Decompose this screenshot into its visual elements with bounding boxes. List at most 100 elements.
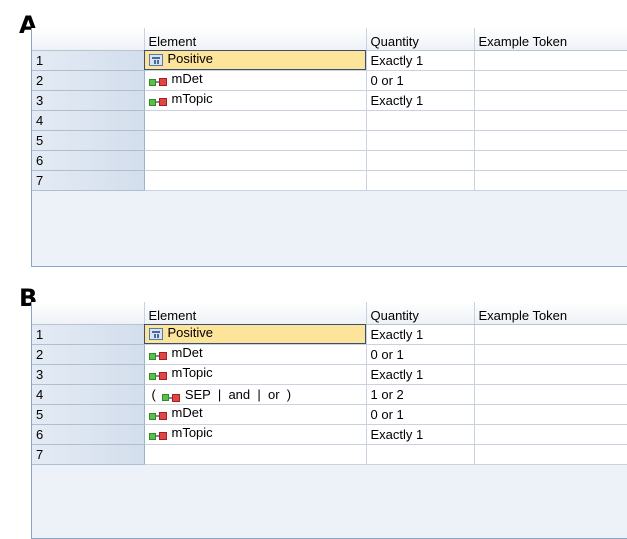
- column-header-quantity[interactable]: Quantity: [366, 28, 475, 51]
- table-row[interactable]: 1 Positive Exactly 1: [32, 50, 627, 71]
- quantity-cell[interactable]: [366, 444, 475, 465]
- table-row[interactable]: 2 mDet 0 or 1: [32, 70, 627, 91]
- element-content: mTopic: [148, 425, 213, 441]
- quantity-cell[interactable]: 0 or 1: [366, 344, 475, 365]
- table-row[interactable]: 2 mDet 0 or 1: [32, 344, 627, 365]
- header-corner: [32, 28, 145, 51]
- element-cell[interactable]: ( SEP | and | or ): [144, 384, 367, 405]
- quantity-cell[interactable]: Exactly 1: [366, 364, 475, 385]
- table-row[interactable]: 5: [32, 130, 627, 151]
- column-header-quantity[interactable]: Quantity: [366, 302, 475, 325]
- column-header-example-token[interactable]: Example Token: [474, 302, 627, 325]
- table-row[interactable]: 4: [32, 110, 627, 131]
- element-cell[interactable]: [144, 444, 367, 465]
- grid-table: Element Quantity Example Token 1 Positive…: [32, 302, 627, 465]
- row-number[interactable]: 7: [32, 444, 145, 465]
- macro-icon: [148, 78, 167, 87]
- column-header-element[interactable]: Element: [144, 302, 367, 325]
- element-cell[interactable]: mTopic: [144, 90, 367, 111]
- row-number[interactable]: 3: [32, 90, 145, 111]
- element-name: mDet: [171, 345, 203, 361]
- row-number[interactable]: 4: [32, 110, 145, 131]
- quantity-cell[interactable]: Exactly 1: [366, 90, 475, 111]
- table-row[interactable]: 6: [32, 150, 627, 171]
- example-token-cell[interactable]: [474, 444, 627, 465]
- example-token-cell[interactable]: [474, 110, 627, 131]
- table-row[interactable]: 3 mTopic Exactly 1: [32, 364, 627, 385]
- row-number[interactable]: 2: [32, 344, 145, 365]
- element-name: Positive: [167, 51, 214, 66]
- element-name: mTopic: [171, 425, 213, 441]
- quantity-cell[interactable]: 0 or 1: [366, 70, 475, 91]
- row-number[interactable]: 4: [32, 384, 145, 405]
- example-token-cell[interactable]: [474, 130, 627, 151]
- example-token-cell[interactable]: [474, 50, 627, 71]
- example-token-cell[interactable]: [474, 70, 627, 91]
- table-row[interactable]: 7: [32, 170, 627, 191]
- quantity-cell[interactable]: Exactly 1: [366, 50, 475, 71]
- element-content: Positive: [148, 51, 214, 66]
- table-row[interactable]: 6 mTopic Exactly 1: [32, 424, 627, 445]
- example-token-cell[interactable]: [474, 424, 627, 445]
- table-row[interactable]: 3 mTopic Exactly 1: [32, 90, 627, 111]
- table-row[interactable]: 5 mDet 0 or 1: [32, 404, 627, 425]
- example-token-cell[interactable]: [474, 90, 627, 111]
- example-token-cell[interactable]: [474, 384, 627, 405]
- macro-icon: [161, 393, 180, 402]
- element-content: mTopic: [148, 91, 213, 107]
- macro-icon: [148, 432, 167, 441]
- example-token-cell[interactable]: [474, 344, 627, 365]
- quantity-cell[interactable]: Exactly 1: [366, 424, 475, 445]
- table-row[interactable]: 1 Positive Exactly 1: [32, 324, 627, 345]
- row-number[interactable]: 6: [32, 424, 145, 445]
- example-token-cell[interactable]: [474, 170, 627, 191]
- quantity-cell[interactable]: [366, 150, 475, 171]
- quantity-cell[interactable]: 1 or 2: [366, 384, 475, 405]
- row-number[interactable]: 1: [32, 50, 145, 71]
- example-token-cell[interactable]: [474, 150, 627, 171]
- table-row[interactable]: 4 ( SEP | and | or ) 1 or 2: [32, 384, 627, 405]
- row-number[interactable]: 5: [32, 130, 145, 151]
- element-cell[interactable]: mDet: [144, 404, 367, 425]
- element-cell[interactable]: [144, 110, 367, 131]
- column-header-element[interactable]: Element: [144, 28, 367, 51]
- element-cell[interactable]: mTopic: [144, 424, 367, 445]
- quantity-cell[interactable]: [366, 170, 475, 191]
- element-cell[interactable]: [144, 150, 367, 171]
- macro-icon: [148, 352, 167, 361]
- element-cell[interactable]: mDet: [144, 70, 367, 91]
- element-cell[interactable]: Positive: [144, 324, 367, 345]
- header-row: Element Quantity Example Token: [32, 302, 627, 325]
- element-name: mTopic: [171, 91, 213, 107]
- row-number[interactable]: 3: [32, 364, 145, 385]
- element-name: SEP | and | or ): [184, 386, 292, 402]
- element-content: Positive: [148, 325, 213, 340]
- column-header-example-token[interactable]: Example Token: [474, 28, 627, 51]
- element-cell[interactable]: mDet: [144, 344, 367, 365]
- row-number[interactable]: 5: [32, 404, 145, 425]
- example-token-cell[interactable]: [474, 324, 627, 345]
- table-row[interactable]: 7: [32, 444, 627, 465]
- element-name: mTopic: [171, 365, 213, 381]
- group-open-paren: (: [151, 386, 156, 402]
- element-cell[interactable]: [144, 170, 367, 191]
- element-name: mDet: [171, 71, 203, 87]
- quantity-cell[interactable]: 0 or 1: [366, 404, 475, 425]
- quantity-cell[interactable]: [366, 110, 475, 131]
- row-number[interactable]: 2: [32, 70, 145, 91]
- example-token-cell[interactable]: [474, 364, 627, 385]
- quantity-cell[interactable]: [366, 130, 475, 151]
- macro-icon: [148, 372, 167, 381]
- row-number[interactable]: 7: [32, 170, 145, 191]
- row-number[interactable]: 1: [32, 324, 145, 345]
- element-cell[interactable]: mTopic: [144, 364, 367, 385]
- row-number[interactable]: 6: [32, 150, 145, 171]
- element-content: mTopic: [148, 365, 213, 381]
- macro-icon: [148, 98, 167, 107]
- example-token-cell[interactable]: [474, 404, 627, 425]
- sequence-grid-b: Element Quantity Example Token 1 Positive…: [31, 302, 627, 539]
- element-cell[interactable]: [144, 130, 367, 151]
- header-corner: [32, 302, 145, 325]
- element-cell[interactable]: Positive: [144, 50, 367, 71]
- quantity-cell[interactable]: Exactly 1: [366, 324, 475, 345]
